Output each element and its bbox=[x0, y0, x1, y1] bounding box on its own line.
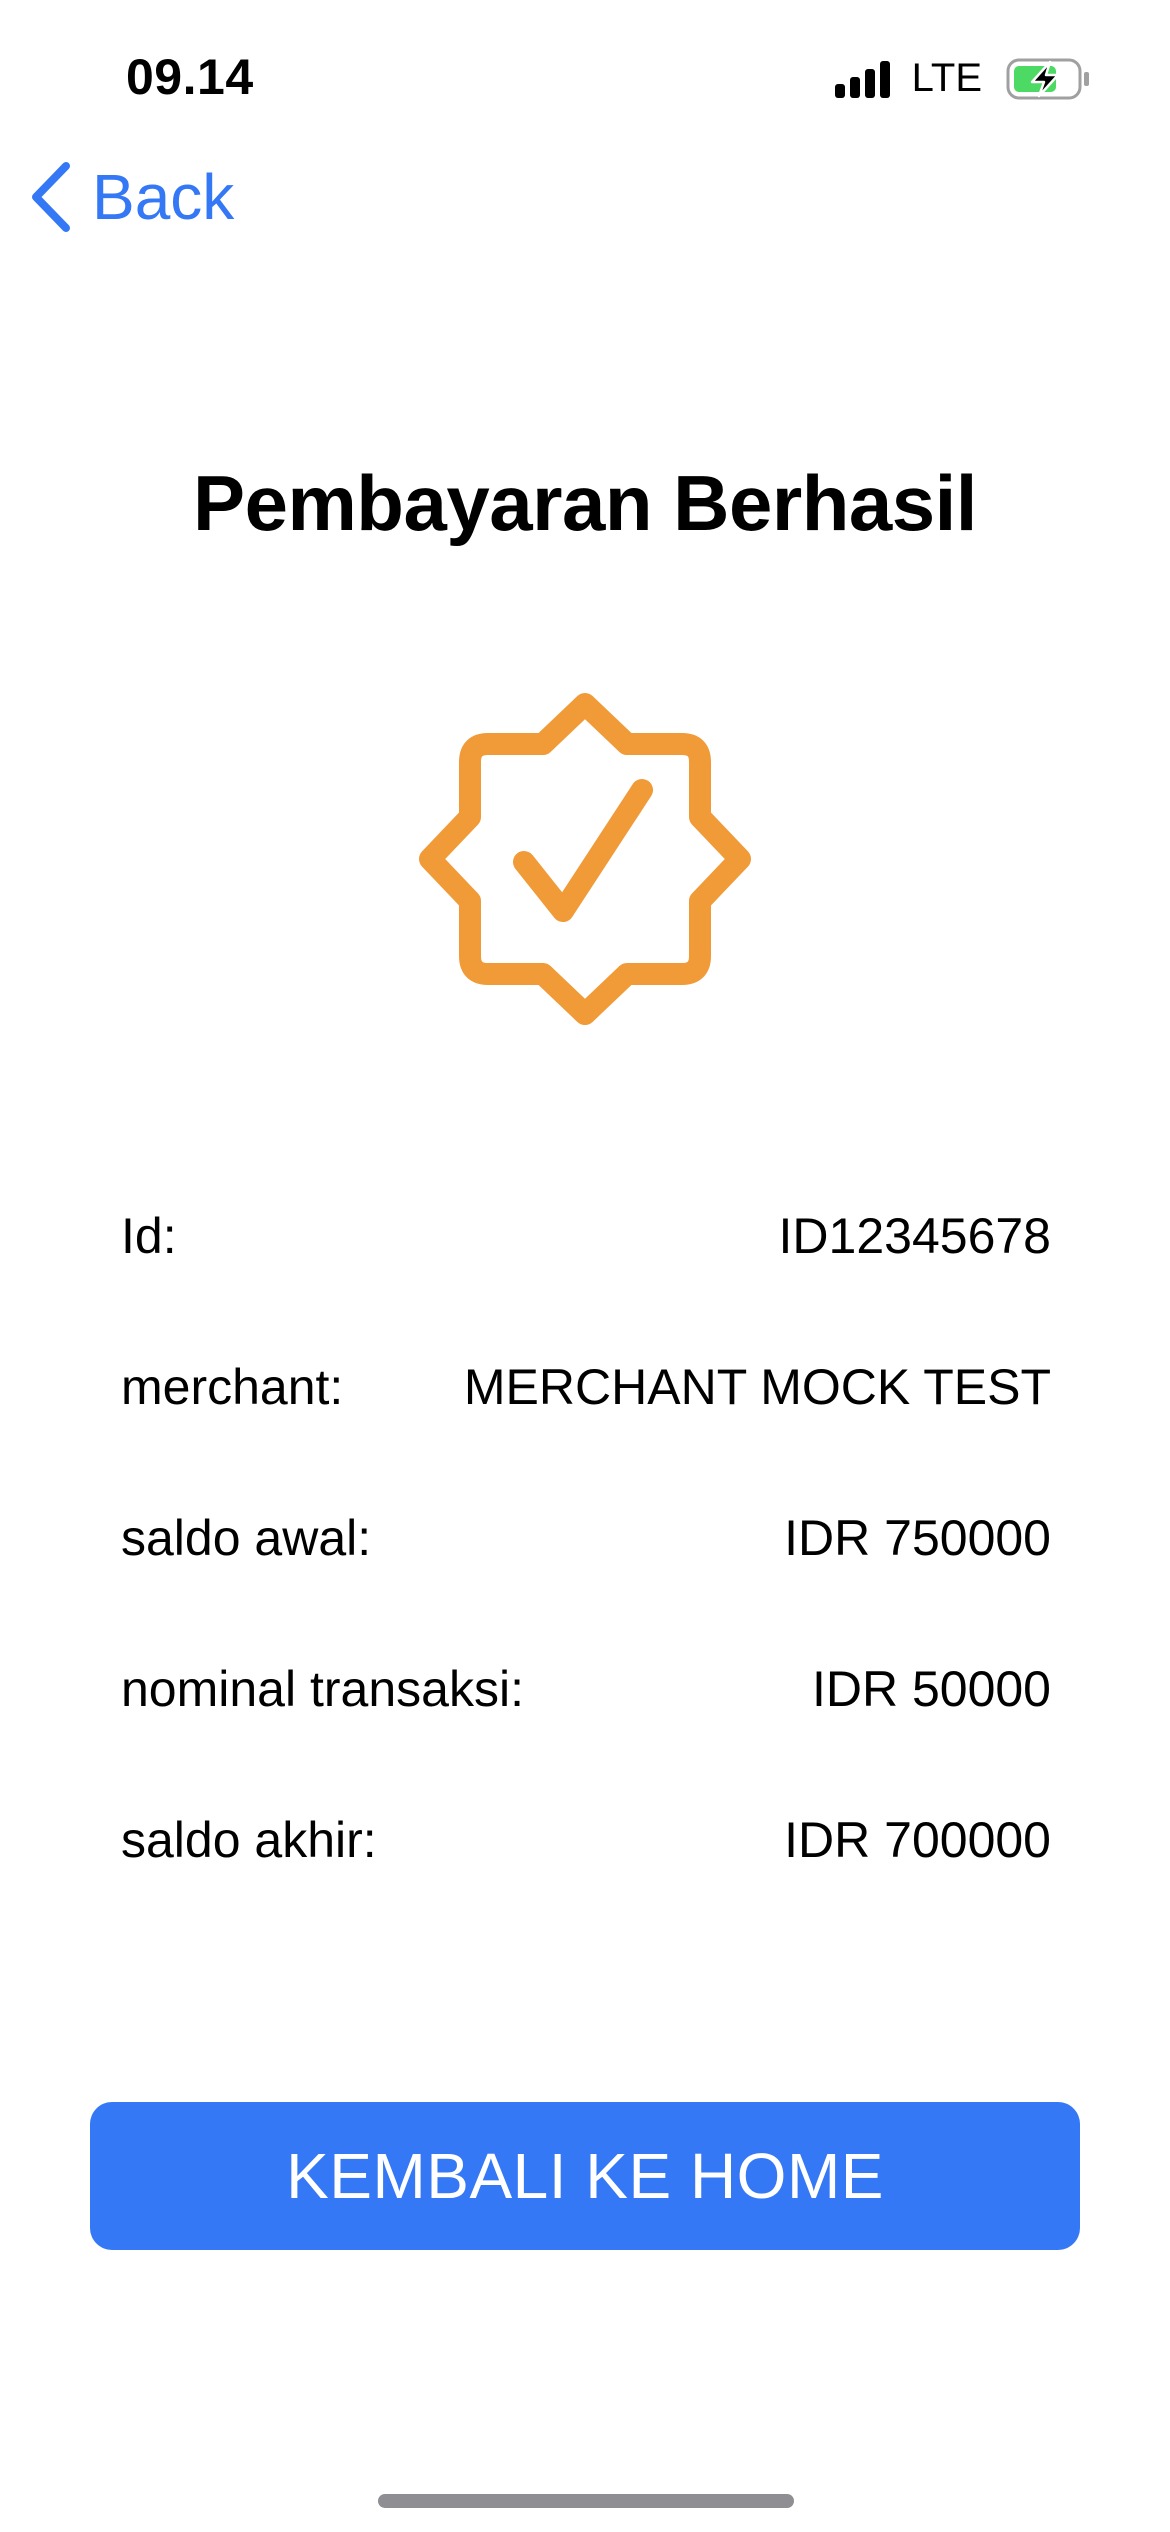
back-to-home-button[interactable]: KEMBALI KE HOME bbox=[90, 2102, 1080, 2250]
detail-row-merchant: merchant: MERCHANT MOCK TEST bbox=[121, 1311, 1051, 1462]
status-time: 09.14 bbox=[126, 49, 254, 105]
status-bar: 09.14 LTE bbox=[0, 0, 1170, 150]
detail-value: IDR 750000 bbox=[784, 1509, 1051, 1566]
detail-value: IDR 50000 bbox=[811, 1660, 1051, 1717]
detail-row-nominal-transaksi: nominal transaksi: IDR 50000 bbox=[121, 1613, 1051, 1764]
detail-label: saldo akhir: bbox=[121, 1811, 377, 1868]
battery-charging-icon bbox=[1006, 58, 1089, 99]
detail-value: ID12345678 bbox=[778, 1207, 1051, 1264]
detail-row-id: Id: ID12345678 bbox=[121, 1160, 1051, 1311]
signal-icon bbox=[834, 60, 890, 98]
chevron-left-icon bbox=[32, 162, 70, 232]
detail-label: saldo awal: bbox=[121, 1509, 372, 1566]
detail-row-saldo-awal: saldo awal: IDR 750000 bbox=[121, 1462, 1051, 1613]
checkmark-seal-icon bbox=[419, 693, 751, 1025]
detail-value: MERCHANT MOCK TEST bbox=[463, 1358, 1051, 1415]
back-label: Back bbox=[92, 161, 235, 233]
back-to-home-label: KEMBALI KE HOME bbox=[286, 2140, 884, 2212]
transaction-details: Id: ID12345678 merchant: MERCHANT MOCK T… bbox=[121, 1160, 1051, 1915]
detail-value: IDR 700000 bbox=[784, 1811, 1051, 1868]
detail-label: merchant: bbox=[121, 1358, 344, 1415]
status-indicators: LTE bbox=[834, 56, 1092, 101]
home-indicator[interactable] bbox=[378, 2494, 794, 2508]
payment-success-screen: 09.14 LTE Back Pembayaran Berhasil Id: I… bbox=[0, 0, 1170, 2532]
page-title: Pembayaran Berhasil bbox=[193, 459, 977, 547]
detail-row-saldo-akhir: saldo akhir: IDR 700000 bbox=[121, 1764, 1051, 1915]
back-button[interactable]: Back bbox=[28, 160, 234, 234]
detail-label: Id: bbox=[121, 1207, 177, 1264]
network-label: LTE bbox=[911, 56, 982, 100]
detail-label: nominal transaksi: bbox=[121, 1660, 524, 1717]
